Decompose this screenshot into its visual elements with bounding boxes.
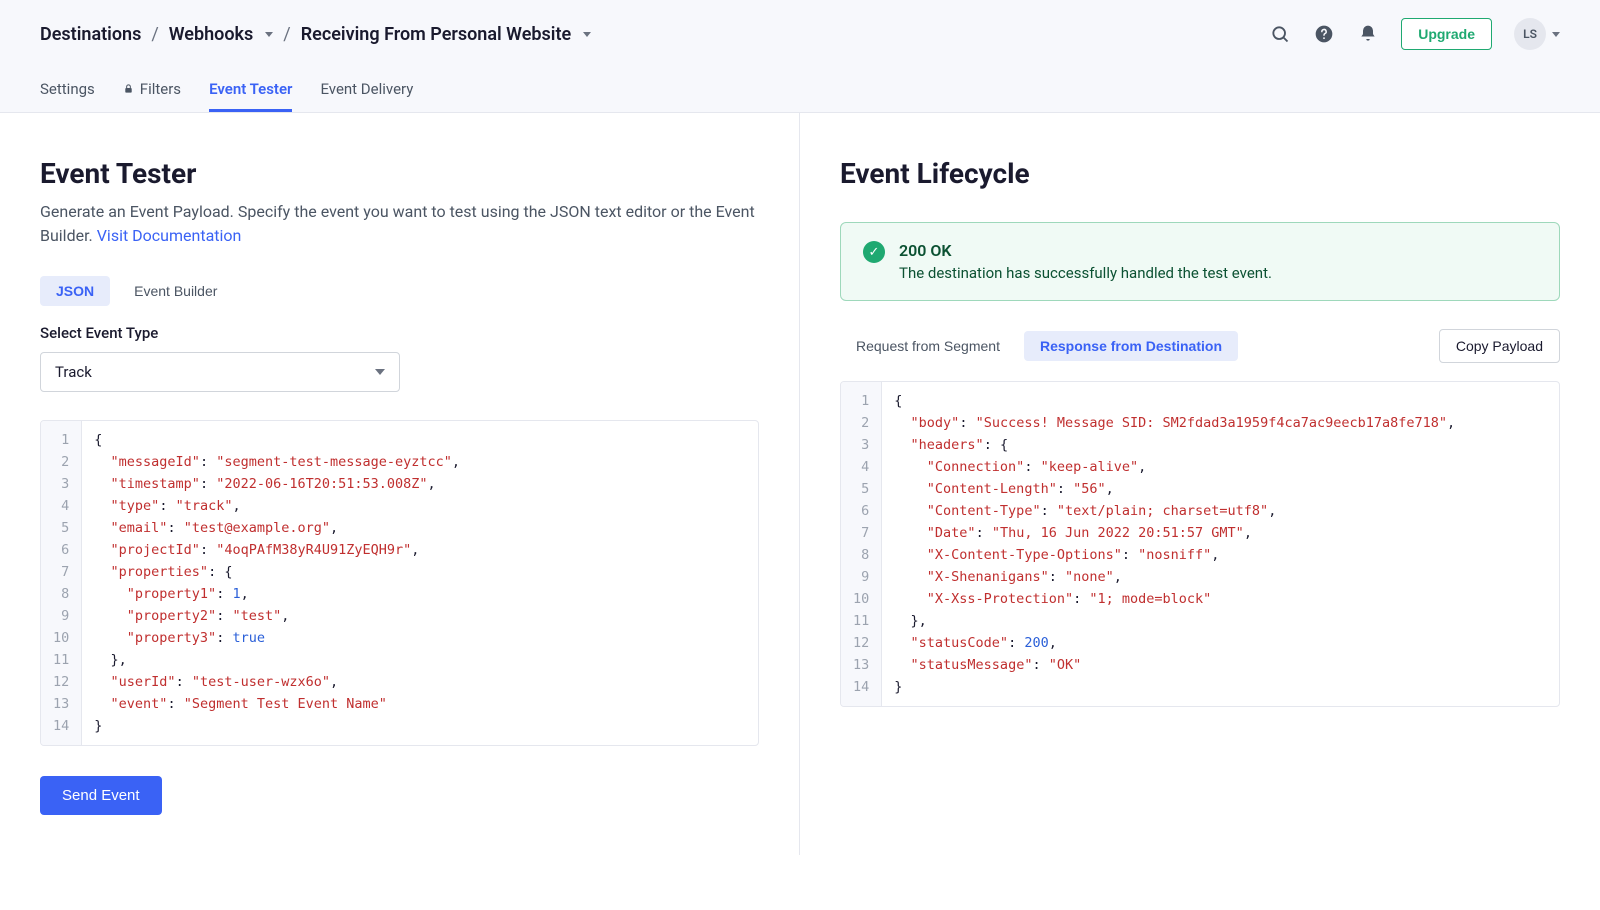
chevron-down-icon[interactable] [265, 32, 273, 37]
line-gutter: 1234567891011121314 [841, 382, 882, 706]
status-title: 200 OK [899, 241, 1272, 260]
chevron-down-icon [1552, 32, 1560, 37]
response-viewer: 1234567891011121314 { "body": "Success! … [840, 381, 1560, 707]
event-type-label: Select Event Type [40, 324, 759, 342]
event-type-value: Track [55, 363, 92, 381]
lifecycle-tabs: Request from Segment Response from Desti… [840, 331, 1238, 361]
tab-json[interactable]: JSON [40, 276, 110, 306]
code-content: { "body": "Success! Message SID: SM2fdad… [882, 382, 1559, 706]
breadcrumb-separator: / [283, 24, 290, 45]
event-type-select[interactable]: Track [40, 352, 400, 392]
breadcrumb-separator: / [151, 24, 158, 45]
tab-filters[interactable]: Filters [123, 68, 181, 112]
lock-icon [123, 83, 134, 94]
breadcrumb-destinations[interactable]: Destinations [40, 24, 141, 45]
json-editor[interactable]: 1234567891011121314 { "messageId": "segm… [40, 420, 759, 746]
avatar: LS [1514, 18, 1546, 50]
search-icon[interactable] [1269, 23, 1291, 45]
lifecycle-title: Event Lifecycle [840, 157, 1560, 190]
breadcrumb-current[interactable]: Receiving From Personal Website [301, 24, 571, 45]
tab-event-builder[interactable]: Event Builder [118, 276, 233, 306]
status-card: ✓ 200 OK The destination has successfull… [840, 222, 1560, 301]
tab-filters-label: Filters [140, 80, 181, 98]
copy-payload-button[interactable]: Copy Payload [1439, 329, 1560, 363]
topbar-actions: Upgrade LS [1269, 18, 1560, 50]
tab-request[interactable]: Request from Segment [840, 331, 1016, 361]
breadcrumb-webhooks[interactable]: Webhooks [169, 24, 254, 45]
tab-event-tester[interactable]: Event Tester [209, 68, 292, 112]
tab-response[interactable]: Response from Destination [1024, 331, 1238, 361]
upgrade-button[interactable]: Upgrade [1401, 18, 1492, 50]
line-gutter: 1234567891011121314 [41, 421, 82, 745]
user-menu[interactable]: LS [1514, 18, 1560, 50]
page-title: Event Tester [40, 157, 759, 190]
chevron-down-icon[interactable] [583, 32, 591, 37]
send-event-button[interactable]: Send Event [40, 776, 162, 815]
check-icon: ✓ [863, 241, 885, 263]
chevron-down-icon [375, 369, 385, 375]
doc-link[interactable]: Visit Documentation [97, 226, 242, 245]
breadcrumb: Destinations / Webhooks / Receiving From… [40, 24, 591, 45]
subnav: Settings Filters Event Tester Event Deli… [40, 68, 1560, 112]
tab-event-delivery[interactable]: Event Delivery [320, 68, 413, 112]
status-message: The destination has successfully handled… [899, 264, 1272, 282]
tab-settings[interactable]: Settings [40, 68, 95, 112]
code-content[interactable]: { "messageId": "segment-test-message-eyz… [82, 421, 758, 745]
page-description: Generate an Event Payload. Specify the e… [40, 200, 759, 248]
editor-mode-tabs: JSON Event Builder [40, 276, 759, 306]
help-icon[interactable] [1313, 23, 1335, 45]
bell-icon[interactable] [1357, 23, 1379, 45]
